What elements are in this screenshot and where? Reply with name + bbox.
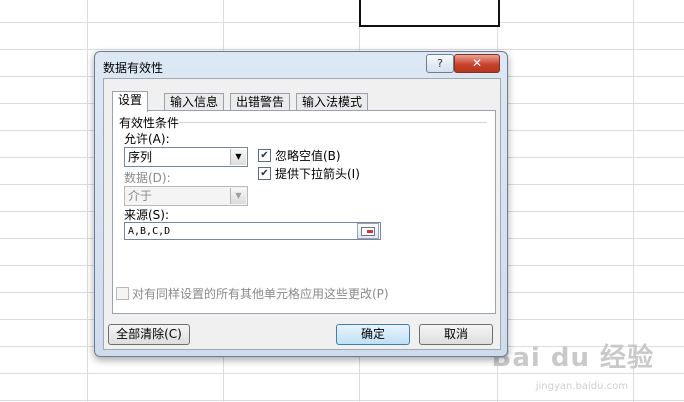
tab-input-message[interactable]: 输入信息 [164,93,225,111]
apply-all-label: 对有同样设置的所有其他单元格应用这些更改(P) [132,287,389,301]
close-button[interactable]: ✕ [454,54,500,73]
source-input[interactable]: A,B,C,D [124,222,381,240]
data-select: 介于 ▼ [124,186,248,206]
allow-label: 允许(A): [124,132,170,146]
row-divider [0,22,684,23]
help-button[interactable]: ? [426,54,454,73]
data-label: 数据(D): [124,171,171,185]
watermark-logo: Bai du 经验 [491,343,654,373]
tab-error-alert[interactable]: 出错警告 [230,93,291,111]
in-cell-dropdown-checkbox[interactable]: ✔ [258,167,271,180]
row-divider [0,49,684,50]
dialog-titlebar[interactable]: 数据有效性 ? ✕ [95,52,507,78]
source-label: 来源(S): [124,208,170,222]
column-divider [87,0,88,402]
settings-panel: 有效性条件 允许(A): 序列 ▼ ✔ 忽略空值(B) ✔ 提供下拉箭头(I) … [112,110,496,314]
dialog-body: 设置 输入信息 出错警告 输入法模式 有效性条件 允许(A): 序列 ▼ ✔ 忽… [103,78,501,350]
tab-ime-mode[interactable]: 输入法模式 [296,93,369,111]
cancel-button[interactable]: 取消 [419,324,493,345]
group-divider [179,122,487,123]
in-cell-dropdown-label[interactable]: 提供下拉箭头(I) [275,165,360,182]
tab-settings[interactable]: 设置 [112,91,149,112]
clear-all-button[interactable]: 全部清除(C) [108,324,190,345]
allow-select[interactable]: 序列 ▼ [124,147,248,167]
allow-select-value: 序列 [128,150,153,164]
selected-cell[interactable] [359,0,500,27]
chevron-down-icon[interactable]: ▼ [230,149,246,165]
ignore-blank-label[interactable]: 忽略空值(B) [275,147,341,164]
apply-all-checkbox [116,287,129,300]
chevron-down-icon: ▼ [230,188,246,204]
watermark-url: jingyan.baidu.com [535,381,628,392]
row-divider [0,400,684,401]
group-title: 有效性条件 [119,116,180,130]
ok-button[interactable]: 确定 [336,324,410,345]
source-input-value: A,B,C,D [128,226,171,237]
data-validation-dialog: 数据有效性 ? ✕ 设置 输入信息 出错警告 输入法模式 有效性条件 允许(A)… [94,51,508,357]
range-picker-icon[interactable] [357,223,379,239]
ignore-blank-checkbox[interactable]: ✔ [258,149,271,162]
dialog-title: 数据有效性 [103,61,164,75]
data-select-value: 介于 [128,189,153,203]
